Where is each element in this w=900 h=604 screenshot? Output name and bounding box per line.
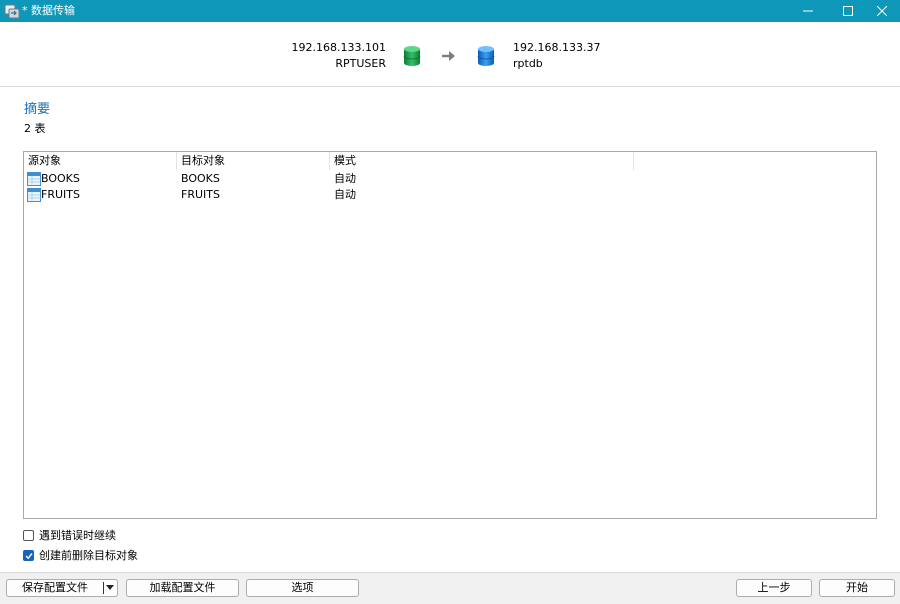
table-row[interactable]: FRUITS FRUITS 自动: [24, 187, 876, 203]
source-name: RPTUSER: [335, 57, 386, 70]
row-mode: 自动: [334, 172, 356, 185]
target-name: rptdb: [513, 57, 543, 70]
continue-on-error-label: 遇到错误时继续: [39, 529, 116, 542]
row-mode: 自动: [334, 188, 356, 201]
table-row[interactable]: BOOKS BOOKS 自动: [24, 171, 876, 187]
close-icon: [877, 6, 887, 16]
close-button[interactable]: [864, 0, 900, 22]
table-icon: [27, 188, 41, 202]
window-title: * 数据传输: [22, 4, 75, 17]
continue-on-error-checkbox[interactable]: [23, 529, 34, 541]
back-button[interactable]: 上一步: [736, 579, 812, 597]
object-grid[interactable]: 源对象 目标对象 模式 BOOKS BOOKS 自动 FRUITS FRUITS…: [23, 151, 877, 519]
arrow-right-icon: [442, 51, 455, 61]
row-target: BOOKS: [181, 172, 220, 185]
drop-before-create-label: 创建前删除目标对象: [39, 549, 138, 562]
row-source: FRUITS: [41, 188, 80, 201]
start-button[interactable]: 开始: [819, 579, 895, 597]
title-bar: * 数据传输: [0, 0, 900, 22]
drop-before-create-checkbox[interactable]: [23, 549, 34, 561]
options-button[interactable]: 选项: [246, 579, 359, 597]
table-icon: [27, 172, 41, 186]
column-source[interactable]: 源对象: [24, 152, 177, 170]
save-profile-label: 保存配置文件: [22, 581, 88, 594]
blue-database-icon: [477, 46, 495, 66]
source-host: 192.168.133.101: [291, 41, 386, 54]
dropdown-arrow-icon[interactable]: [106, 585, 114, 591]
checkmark-icon: [25, 552, 33, 559]
grid-header: 源对象 目标对象 模式: [24, 152, 876, 170]
green-database-icon: [403, 46, 421, 66]
app-icon: [4, 4, 20, 19]
maximize-icon: [843, 6, 853, 16]
minimize-button[interactable]: [790, 0, 826, 22]
connection-header: 192.168.133.101 RPTUSER 192.168.133.37 r…: [0, 22, 900, 87]
column-target[interactable]: 目标对象: [177, 152, 330, 170]
table-count: 2 表: [24, 122, 46, 135]
footer-bar: 保存配置文件 加载配置文件 选项 上一步 开始: [0, 572, 900, 604]
minimize-icon: [803, 10, 813, 12]
row-target: FRUITS: [181, 188, 220, 201]
drop-before-create-option[interactable]: 创建前删除目标对象: [23, 548, 138, 562]
column-mode[interactable]: 模式: [330, 152, 634, 170]
target-host: 192.168.133.37: [513, 41, 601, 54]
continue-on-error-option[interactable]: 遇到错误时继续: [23, 528, 116, 542]
row-source: BOOKS: [41, 172, 80, 185]
maximize-button[interactable]: [830, 0, 866, 22]
load-profile-button[interactable]: 加载配置文件: [126, 579, 239, 597]
summary-title: 摘要: [24, 102, 51, 117]
save-profile-button[interactable]: 保存配置文件: [6, 579, 118, 597]
split-separator: [103, 582, 104, 594]
